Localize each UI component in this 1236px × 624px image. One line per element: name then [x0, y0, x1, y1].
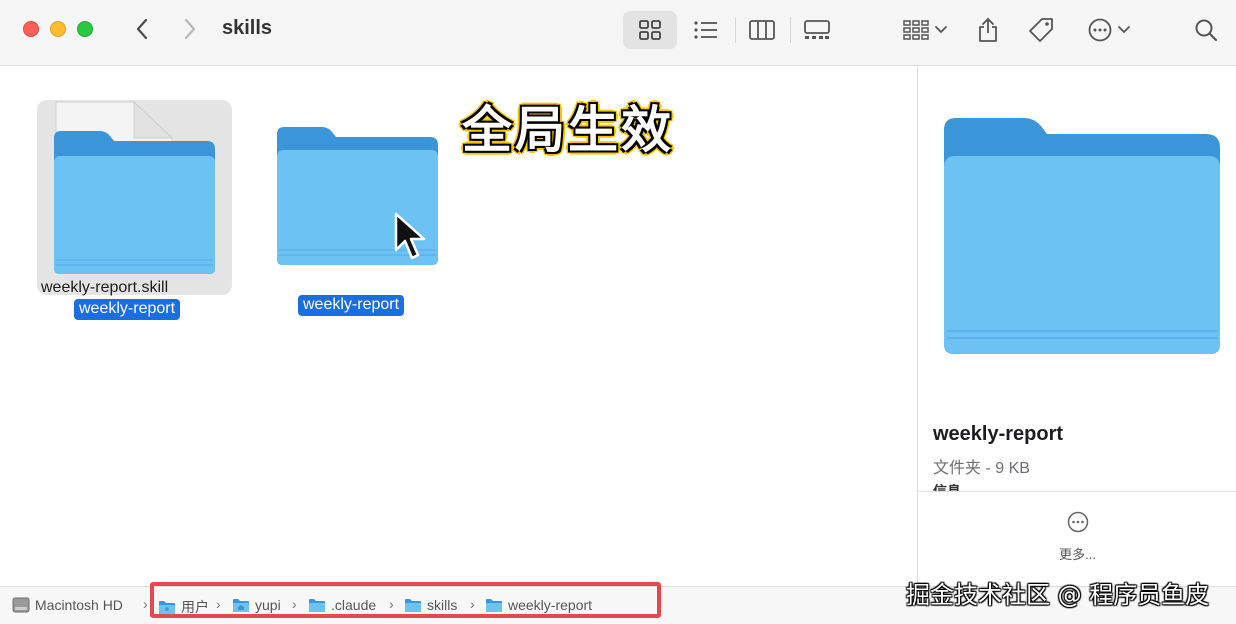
- group-button[interactable]: [896, 11, 954, 49]
- home-folder-icon: [233, 598, 249, 612]
- window-title: skills: [222, 17, 273, 39]
- preview-more-label: 更多...: [1059, 547, 1096, 562]
- path-crumb-label: 用户: [181, 599, 209, 615]
- path-separator-icon: ›: [389, 596, 394, 612]
- tag-icon: [1029, 18, 1053, 42]
- gallery-icon: [804, 20, 830, 39]
- chevron-down-icon: [1118, 26, 1130, 34]
- column-view-button[interactable]: [741, 11, 783, 49]
- gallery-view-button[interactable]: [796, 11, 838, 49]
- search-button[interactable]: [1188, 11, 1224, 49]
- path-crumb-claude[interactable]: .claude: [308, 597, 376, 613]
- preview-item-name: weekly-report: [933, 423, 1064, 445]
- path-separator-icon: ›: [216, 596, 221, 612]
- icon-view-button[interactable]: [623, 11, 677, 49]
- chevron-left-icon: [136, 18, 148, 40]
- list-view-button[interactable]: [685, 11, 727, 49]
- folder-preview-icon: [944, 118, 1220, 354]
- path-crumb-yupi[interactable]: yupi: [232, 597, 281, 613]
- ellipsis-circle-icon: [1067, 511, 1088, 533]
- overlay-caption: 全局生效: [462, 101, 674, 159]
- chevron-right-icon: [184, 18, 196, 40]
- toolbar-divider: [735, 17, 736, 43]
- path-crumb-skills[interactable]: skills: [404, 597, 457, 613]
- path-crumb-macintosh-hd[interactable]: Macintosh HD: [12, 597, 123, 613]
- folder-icon: [405, 598, 421, 612]
- columns-icon: [749, 20, 775, 40]
- folder-with-document-icon[interactable]: [50, 98, 220, 278]
- file-name: weekly-report.skill: [41, 279, 169, 296]
- close-window-button[interactable]: [23, 21, 39, 37]
- file-browser[interactable]: weekly-report.skill weekly-report weekly…: [0, 66, 917, 586]
- path-crumb-label: .claude: [331, 597, 377, 613]
- mouse-cursor-icon: [394, 212, 426, 260]
- folder-icon: [159, 600, 175, 614]
- path-crumb-label: weekly-report: [508, 597, 593, 613]
- grid-icon: [639, 20, 661, 40]
- path-crumb-label: skills: [427, 597, 458, 613]
- folder-icon: [309, 598, 325, 612]
- path-separator-icon: ›: [292, 596, 297, 612]
- preview-divider: [918, 491, 1236, 492]
- file-item-label[interactable]: weekly-report: [74, 299, 181, 320]
- group-icon: [903, 20, 929, 40]
- minimize-window-button[interactable]: [50, 21, 66, 37]
- search-icon: [1195, 19, 1218, 42]
- preview-more-button[interactable]: 更多...: [918, 511, 1236, 563]
- watermark-text: 掘金技术社区 @ 程序员鱼皮: [906, 581, 1210, 609]
- path-crumb-weekly-report[interactable]: weekly-report: [485, 597, 592, 613]
- more-actions-button[interactable]: [1080, 11, 1138, 49]
- toolbar-divider: [790, 17, 791, 43]
- window-toolbar: skills: [0, 0, 1236, 66]
- ellipsis-circle-icon: [1088, 18, 1112, 42]
- path-crumb-label: yupi: [255, 597, 281, 613]
- hard-drive-icon: [12, 597, 30, 613]
- preview-pane: weekly-report 文件夹 - 9 KB 信息 更多...: [917, 66, 1236, 586]
- list-icon: [694, 21, 717, 39]
- preview-item-meta: 文件夹 - 9 KB: [933, 460, 1030, 477]
- tag-button[interactable]: [1021, 11, 1061, 49]
- zoom-window-button[interactable]: [77, 21, 93, 37]
- path-crumb-users[interactable]: 用户: [158, 597, 209, 617]
- share-button[interactable]: [968, 11, 1008, 49]
- path-crumb-label: Macintosh HD: [35, 597, 123, 613]
- path-separator-icon: ›: [470, 596, 475, 612]
- file-item-label[interactable]: weekly-report: [298, 295, 405, 316]
- folder-icon: [486, 598, 502, 612]
- back-button[interactable]: [127, 14, 157, 44]
- chevron-down-icon: [935, 26, 947, 34]
- path-separator-icon: ›: [143, 596, 148, 612]
- share-icon: [979, 17, 997, 42]
- forward-button[interactable]: [175, 14, 205, 44]
